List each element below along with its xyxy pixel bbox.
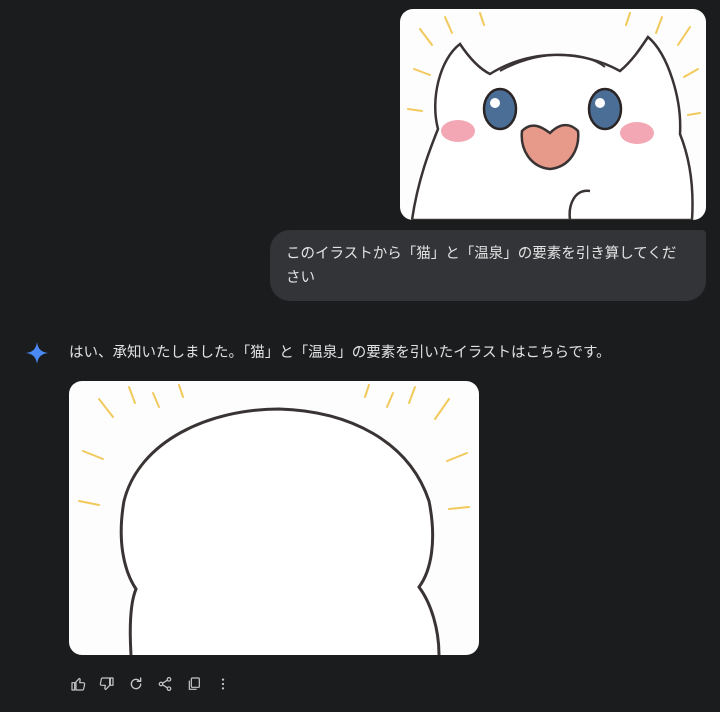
user-uploaded-image[interactable] bbox=[400, 9, 706, 220]
more-options-button[interactable] bbox=[211, 672, 235, 696]
blank-shape-illustration bbox=[78, 384, 470, 655]
thumbs-down-button[interactable] bbox=[95, 672, 119, 696]
thumbs-down-icon bbox=[99, 677, 114, 691]
user-message-text: このイラストから「猫」と「温泉」の要素を引き算してください bbox=[286, 246, 677, 286]
regenerate-icon bbox=[130, 677, 142, 690]
chat-view: このイラストから「猫」と「温泉」の要素を引き算してください はい、承知いたしまし… bbox=[0, 0, 720, 712]
copy-button[interactable] bbox=[182, 672, 206, 696]
cat-illustration bbox=[407, 12, 701, 220]
copy-icon bbox=[188, 677, 200, 690]
thumbs-up-button[interactable] bbox=[66, 672, 90, 696]
more-vert-icon bbox=[221, 678, 225, 690]
response-action-bar bbox=[66, 672, 240, 696]
share-icon bbox=[158, 677, 172, 691]
user-message-bubble: このイラストから「猫」と「温泉」の要素を引き算してください bbox=[270, 230, 706, 301]
regenerate-button[interactable] bbox=[124, 672, 148, 696]
gemini-sparkle-icon bbox=[25, 341, 49, 365]
thumbs-up-icon bbox=[71, 677, 86, 691]
share-button[interactable] bbox=[153, 672, 177, 696]
assistant-message-text: はい、承知いたしました。「猫」と「温泉」の要素を引いたイラストはこちらです。 bbox=[69, 345, 611, 361]
generated-image[interactable] bbox=[69, 381, 479, 655]
